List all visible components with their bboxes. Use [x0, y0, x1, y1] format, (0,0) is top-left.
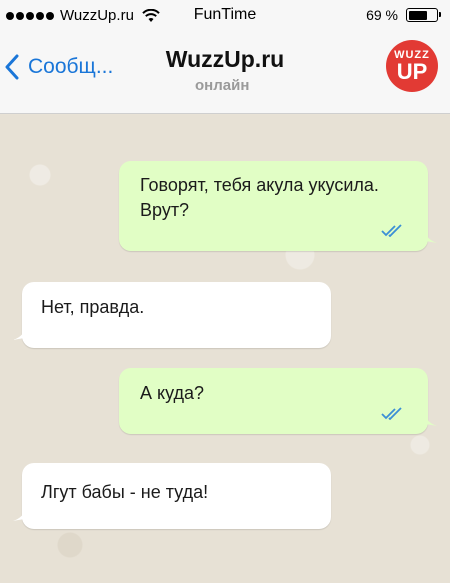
- read-check-icon: [381, 224, 402, 237]
- bubble-tail: [13, 324, 27, 340]
- message-text: Говорят, тебя акула укусила. Врут?: [140, 175, 379, 220]
- avatar-logo-bottom: UP: [396, 59, 428, 84]
- battery-level-fill: [408, 10, 428, 20]
- bubble-tail: [423, 410, 437, 426]
- message-list[interactable]: Говорят, тебя акула укусила. Врут? Нет, …: [0, 115, 450, 583]
- online-status: онлайн: [195, 77, 250, 94]
- read-check-icon: [381, 407, 402, 420]
- battery-icon: [406, 8, 441, 22]
- bubble-tail: [423, 227, 437, 243]
- status-right: 69 %: [366, 7, 441, 23]
- outgoing-message[interactable]: А куда?: [119, 368, 437, 434]
- outgoing-message[interactable]: Говорят, тебя акула укусила. Врут?: [119, 161, 437, 251]
- battery-percentage: 69 %: [366, 7, 398, 23]
- incoming-message[interactable]: Нет, правда.: [13, 282, 331, 348]
- message-text: А куда?: [140, 383, 205, 403]
- chat-title[interactable]: WuzzUp.ru: [0, 46, 450, 73]
- chat-header: Сообщ... WuzzUp.ru онлайн WUZZ UP: [0, 30, 450, 114]
- chat-screen: WuzzUp.ru FunTime 69 % Сообщ... WuzzUp.r…: [0, 0, 450, 583]
- status-bar: WuzzUp.ru FunTime 69 %: [0, 0, 450, 30]
- avatar[interactable]: WUZZ UP: [386, 40, 438, 92]
- message-text: Лгут бабы - не туда!: [41, 482, 209, 502]
- bubble-tail: [13, 505, 27, 521]
- incoming-message[interactable]: Лгут бабы - не туда!: [13, 463, 331, 529]
- message-text: Нет, правда.: [41, 297, 145, 317]
